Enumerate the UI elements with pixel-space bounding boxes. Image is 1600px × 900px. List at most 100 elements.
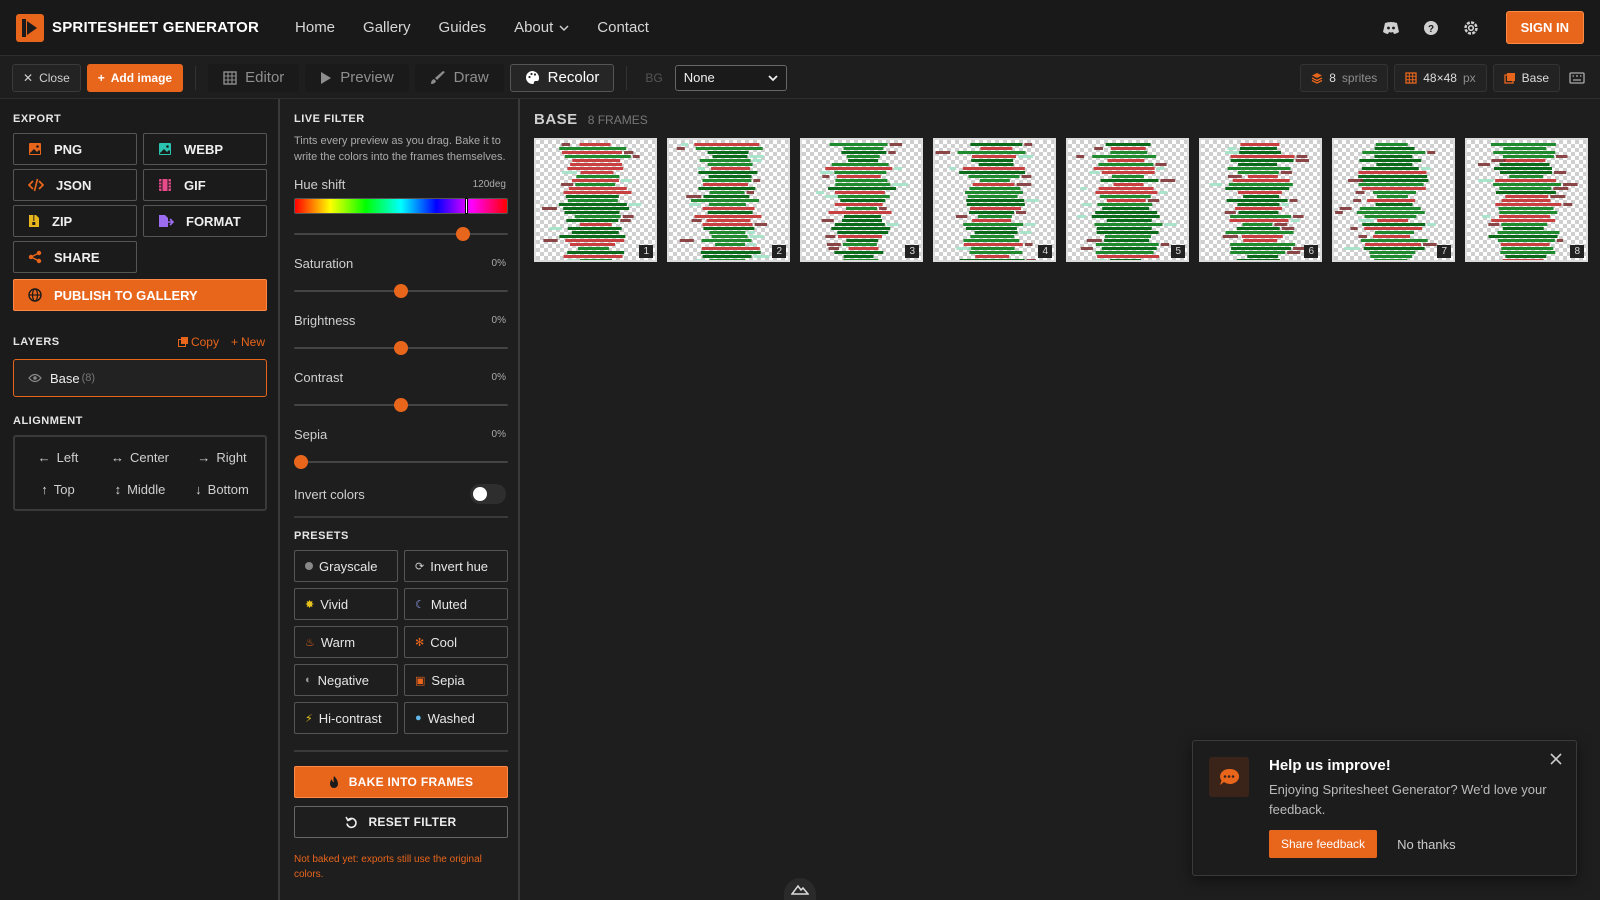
nav-guides[interactable]: Guides [439, 19, 487, 36]
sparkle-icon: ✸ [305, 598, 315, 611]
export-png-button[interactable]: PNG [13, 133, 137, 165]
preset-label: Sepia [431, 672, 465, 688]
export-json-button[interactable]: JSON [13, 169, 137, 201]
sprite-frame[interactable]: 6 [1199, 138, 1322, 262]
sprite-frame[interactable]: 4 [933, 138, 1056, 262]
layer-item-base[interactable]: Base (8) [13, 359, 267, 397]
contrast-label: Contrast [294, 370, 344, 385]
export-format-button[interactable]: FORMAT [143, 205, 267, 237]
preset-muted[interactable]: ☾ Muted [404, 588, 508, 620]
copy-layer-button[interactable]: Copy [177, 335, 219, 349]
new-layer-button[interactable]: + New [231, 335, 265, 349]
keyboard-icon[interactable] [1566, 67, 1588, 89]
alignment-title: ALIGNMENT [13, 415, 83, 427]
preset-negative[interactable]: ◐ Negative [294, 664, 398, 696]
sprites-count-chip: 8 sprites [1300, 63, 1389, 92]
nav-contact[interactable]: Contact [597, 19, 649, 36]
close-icon[interactable] [1550, 753, 1562, 765]
slider-track [294, 461, 508, 463]
tab-recolor[interactable]: Recolor [509, 63, 615, 92]
sepia-slider[interactable] [294, 454, 508, 470]
saturation-slider[interactable] [294, 283, 508, 299]
help-icon[interactable]: ? [1420, 17, 1442, 39]
preset-label: Warm [320, 634, 356, 650]
slider-thumb[interactable] [294, 455, 308, 469]
export-gif-button[interactable]: GIF [143, 169, 267, 201]
tab-draw[interactable]: Draw [414, 63, 504, 92]
slider-thumb[interactable] [394, 284, 408, 298]
preset-sepia[interactable]: ▣ Sepia [404, 664, 508, 696]
tab-editor[interactable]: Editor [208, 63, 300, 92]
tab-recolor-label: Recolor [547, 69, 600, 86]
frame-number: 5 [1171, 245, 1185, 258]
add-image-button[interactable]: + Add image [86, 63, 184, 92]
preset-cool[interactable]: ✻ Cool [404, 626, 508, 658]
sign-in-button[interactable]: SIGN IN [1505, 11, 1584, 44]
sprite-frame[interactable]: 8 [1465, 138, 1588, 262]
bake-into-frames-button[interactable]: BAKE INTO FRAMES [294, 766, 508, 798]
preset-invert-hue[interactable]: ⟳ Invert hue [404, 550, 508, 582]
play-icon [321, 71, 332, 84]
eye-icon[interactable] [28, 373, 42, 383]
gear-icon[interactable] [1460, 17, 1482, 39]
code-icon [28, 178, 44, 192]
nav-about[interactable]: About [514, 19, 569, 36]
brightness-slider[interactable] [294, 340, 508, 356]
align-top-button[interactable]: ↑ Top [17, 473, 99, 505]
globe-icon [28, 288, 42, 302]
copy-layer-label: Copy [190, 335, 219, 349]
sprite-frame[interactable]: 1 [534, 138, 657, 262]
align-middle-button[interactable]: ↕ Middle [99, 473, 181, 505]
sprite-image [1478, 143, 1578, 260]
align-bottom-button[interactable]: ↓ Bottom [181, 473, 263, 505]
nav-gallery[interactable]: Gallery [363, 19, 411, 36]
sprite-frame[interactable]: 7 [1332, 138, 1455, 262]
brand[interactable]: SPRITESHEET GENERATOR [16, 13, 259, 42]
preset-vivid[interactable]: ✸ Vivid [294, 588, 398, 620]
align-left-button[interactable]: ← Left [17, 441, 99, 473]
preset-label: Hi-contrast [318, 710, 382, 726]
contrast-slider[interactable] [294, 397, 508, 413]
preset-label: Invert hue [430, 558, 489, 574]
export-webp-button[interactable]: WEBP [143, 133, 267, 165]
close-button[interactable]: ✕ Close [12, 63, 81, 92]
preset-hi-contrast[interactable]: ⚡ Hi-contrast [294, 702, 398, 734]
toolbar-divider [626, 65, 628, 90]
share-feedback-button[interactable]: Share feedback [1269, 830, 1378, 858]
sprite-frame[interactable]: 3 [800, 138, 923, 262]
flame-icon [329, 775, 338, 788]
preset-grayscale[interactable]: Grayscale [294, 550, 398, 582]
align-center-button[interactable]: ↔ Center [99, 441, 181, 473]
slider-thumb[interactable] [456, 227, 470, 241]
bg-select[interactable]: None [674, 64, 787, 91]
discord-icon[interactable] [1380, 17, 1402, 39]
brightness-value: 0% [491, 315, 506, 326]
publish-to-gallery-button[interactable]: PUBLISH TO GALLERY [13, 279, 267, 311]
slider-thumb[interactable] [394, 341, 408, 355]
circle-icon [305, 562, 313, 570]
active-layer-chip[interactable]: Base [1492, 63, 1560, 92]
tab-preview[interactable]: Preview [305, 63, 409, 92]
nav-home[interactable]: Home [295, 19, 335, 36]
sprite-frame[interactable]: 2 [667, 138, 790, 262]
export-zip-button[interactable]: ZIP [13, 205, 137, 237]
preset-warm[interactable]: ♨ Warm [294, 626, 398, 658]
frames-strip: 1 2 3 4 5 6 7 8 [534, 138, 1588, 262]
align-right-button[interactable]: → Right [181, 441, 263, 473]
align-center-label: Center [129, 449, 170, 465]
hue-slider[interactable] [294, 226, 508, 242]
palette-icon [525, 71, 539, 84]
sprite-frame[interactable]: 5 [1066, 138, 1189, 262]
saturation-value: 0% [491, 258, 506, 269]
hue-spectrum[interactable] [294, 198, 508, 214]
share-button[interactable]: SHARE [13, 241, 137, 273]
grid-icon [1405, 71, 1417, 84]
slider-thumb[interactable] [394, 398, 408, 412]
plus-icon: + [97, 70, 105, 85]
plus-icon: + [230, 335, 238, 349]
invert-toggle[interactable] [470, 484, 506, 504]
preset-washed[interactable]: ● Washed [404, 702, 508, 734]
no-thanks-button[interactable]: No thanks [1397, 837, 1456, 852]
sprite-size-unit: px [1462, 70, 1476, 85]
reset-filter-button[interactable]: RESET FILTER [294, 806, 508, 838]
